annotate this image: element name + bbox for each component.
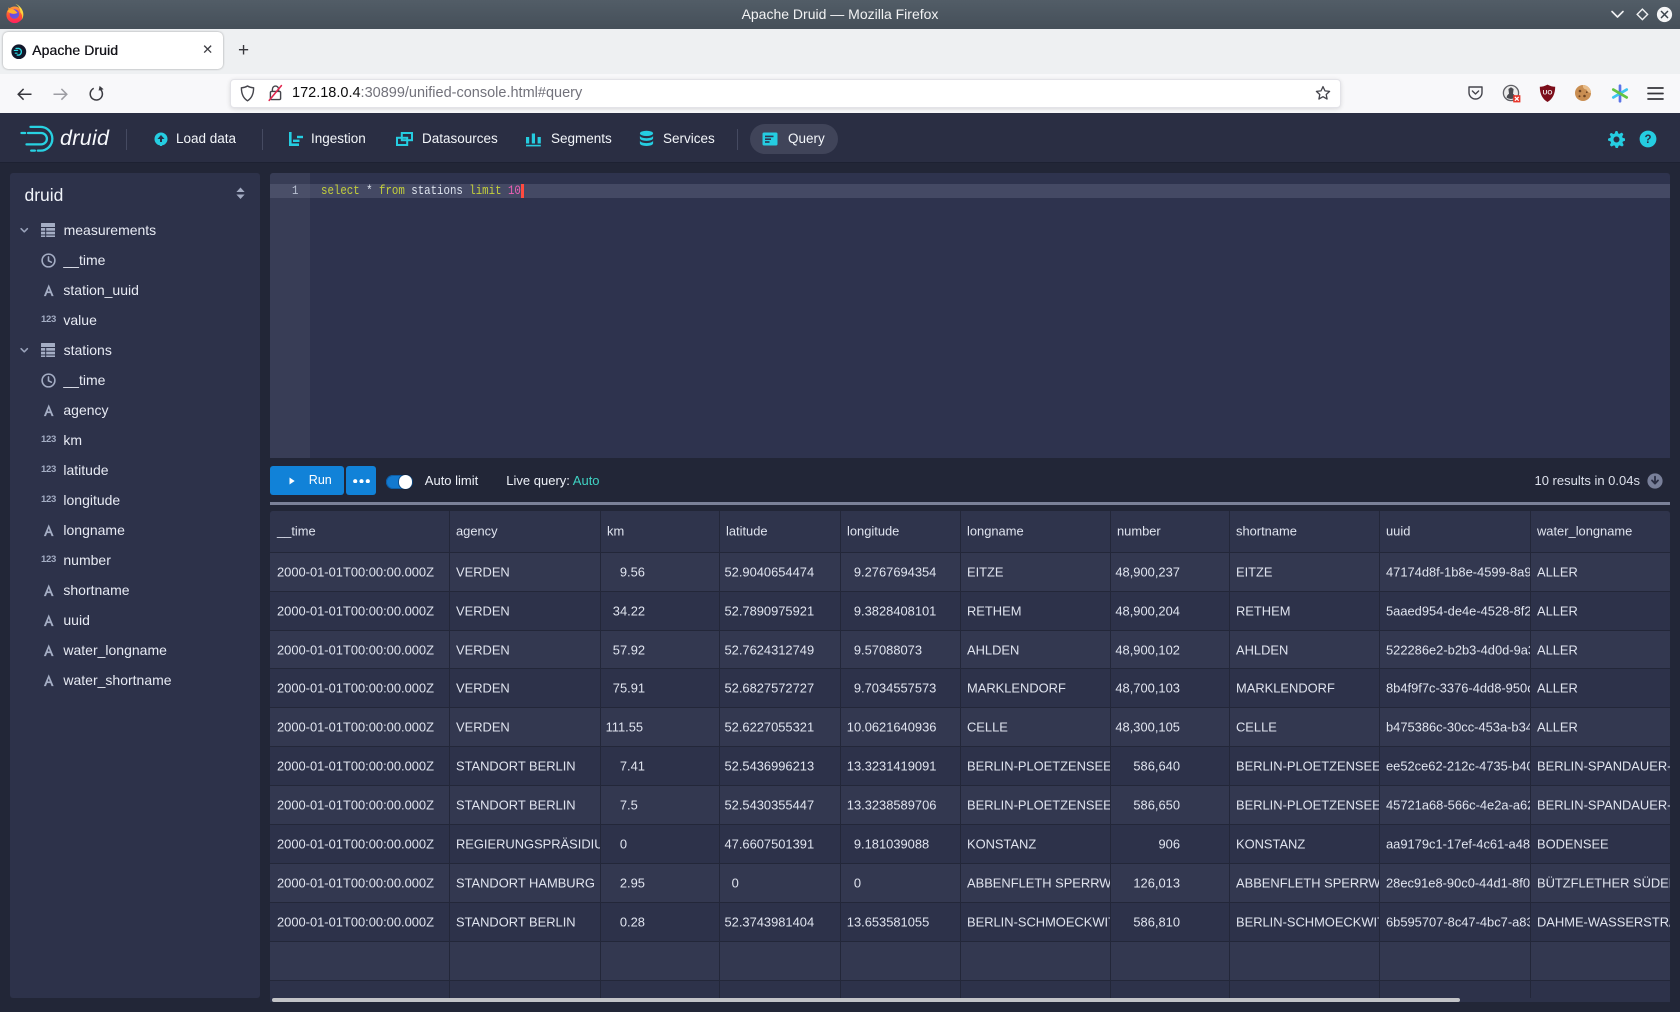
svg-text:UO: UO — [1543, 90, 1553, 97]
svg-text:?: ? — [1644, 134, 1651, 146]
